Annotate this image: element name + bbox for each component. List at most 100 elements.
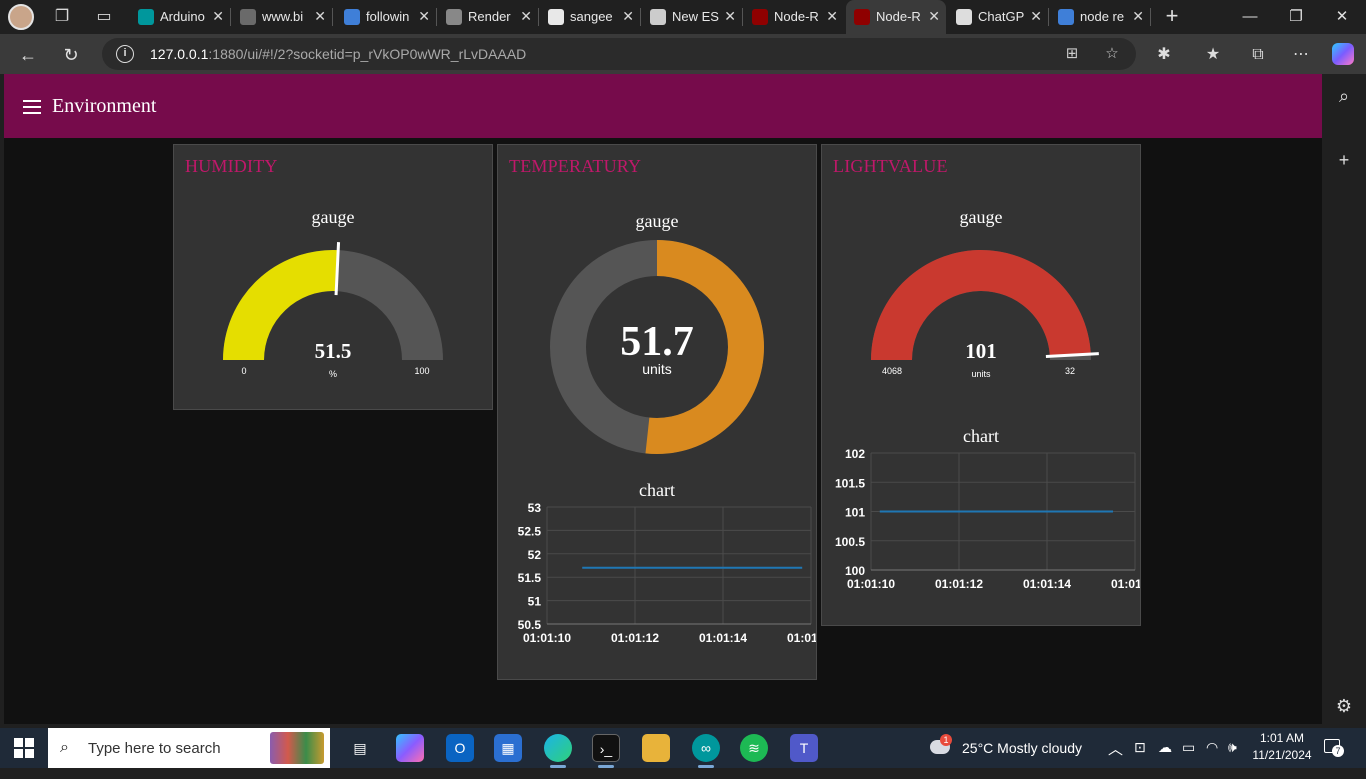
restore-button[interactable]: ❐ [1274, 4, 1318, 30]
browser-tab[interactable]: Arduino ✕ [130, 0, 231, 34]
arduino-icon[interactable]: ∞ [692, 734, 720, 762]
tab-favicon-icon [956, 9, 972, 25]
sidebar-add-icon[interactable]: + [1332, 148, 1356, 172]
tab-title: node re [1080, 9, 1125, 24]
tab-separator [640, 8, 641, 26]
tab-favicon-icon [752, 9, 768, 25]
gauge-value: 101 [965, 339, 997, 363]
onedrive-icon[interactable]: ☁ [1158, 739, 1172, 779]
url-text[interactable]: 127.0.0.1:1880/ui/#!/2?socketid=p_rVkOP0… [150, 46, 526, 62]
tab-separator [230, 8, 231, 26]
chart-y-tick-label: 101 [845, 506, 865, 520]
edge-sidebar: ⌕ + ⚙ [1322, 74, 1366, 726]
chart-label: chart [963, 426, 999, 446]
chart-y-tick-label: 53 [528, 503, 542, 515]
tab-close-icon[interactable]: ✕ [724, 8, 736, 25]
app-available-icon[interactable]: ⊞ [1062, 44, 1082, 64]
battery-icon[interactable]: ▭ [1182, 739, 1195, 779]
tab-title: Render [468, 9, 511, 24]
browser-tab[interactable]: sangee ✕ [540, 0, 641, 34]
notification-count: 7 [1332, 745, 1344, 757]
clock[interactable]: 1:01 AM 11/21/2024 [1250, 731, 1314, 771]
taskbar-search-box[interactable]: ⌕ Type here to search [48, 728, 330, 768]
notifications-icon[interactable]: 7 [1324, 739, 1344, 757]
outlook-icon[interactable]: O [446, 734, 474, 762]
extensions-icon[interactable]: ✱ [1151, 42, 1177, 68]
chart-x-tick-label: 01:01:16 [787, 631, 816, 645]
windows-start-icon[interactable] [14, 738, 34, 758]
tab-close-icon[interactable]: ✕ [928, 8, 940, 25]
chart-x-tick-label: 01:01:16 [1111, 577, 1140, 591]
tab-title: Arduino [160, 9, 205, 24]
weather-icon[interactable]: 1 [928, 728, 954, 768]
copilot-app-icon[interactable] [396, 734, 424, 762]
meet-now-icon[interactable]: ⊡ [1134, 739, 1146, 779]
spotify-icon[interactable]: ≋ [740, 734, 768, 762]
browser-tab[interactable]: node re ✕ [1050, 0, 1151, 34]
chart-x-tick-label: 01:01:12 [935, 577, 983, 591]
workspaces-icon[interactable]: ❐ [50, 5, 74, 29]
tab-close-icon[interactable]: ✕ [826, 8, 838, 25]
favorites-icon[interactable]: ★ [1200, 42, 1226, 68]
browser-tab[interactable]: www.bi ✕ [232, 0, 333, 34]
tab-actions-icon[interactable]: ▭ [92, 5, 116, 29]
favorite-star-icon[interactable]: ☆ [1102, 44, 1122, 64]
weather-text[interactable]: 25°C Mostly cloudy [962, 740, 1082, 758]
terminal-icon[interactable]: ›_ [592, 734, 620, 762]
gauge-value: 51.7 [620, 319, 694, 365]
sidebar-settings-icon[interactable]: ⚙ [1332, 694, 1356, 718]
tab-title: ChatGP [978, 9, 1025, 24]
browser-tab[interactable]: Node-R ✕ [846, 0, 946, 34]
copilot-icon[interactable] [1332, 43, 1354, 65]
lightvalue-group: LIGHTVALUE gauge 101 units 4068 32 chart… [821, 144, 1141, 626]
new-tab-button[interactable]: + [1160, 4, 1184, 28]
tab-favicon-icon [344, 9, 360, 25]
browser-tab[interactable]: followin ✕ [336, 0, 437, 34]
show-hidden-icons[interactable]: ︿ [1108, 738, 1123, 778]
sidebar-search-icon[interactable]: ⌕ [1332, 84, 1356, 108]
gauge-min: 0 [241, 366, 246, 376]
tab-title: New ES [672, 9, 719, 24]
gauge-value: 51.5 [315, 339, 352, 363]
browser-tab[interactable]: ChatGP ✕ [948, 0, 1049, 34]
refresh-icon[interactable]: ↻ [58, 42, 84, 68]
tab-favicon-icon [854, 9, 870, 25]
tab-favicon-icon [548, 9, 564, 25]
tab-close-icon[interactable]: ✕ [314, 8, 326, 25]
tab-separator [1048, 8, 1049, 26]
browser-tab[interactable]: Node-R ✕ [744, 0, 844, 34]
tab-close-icon[interactable]: ✕ [622, 8, 634, 25]
store-icon[interactable]: ▦ [494, 734, 522, 762]
profile-avatar[interactable] [8, 4, 34, 30]
site-info-icon[interactable]: i [116, 45, 134, 63]
tab-title: sangee [570, 9, 613, 24]
chart-y-tick-label: 100 [845, 564, 865, 578]
tab-close-icon[interactable]: ✕ [520, 8, 532, 25]
browser-tab[interactable]: Render ✕ [438, 0, 539, 34]
gauge-unit: units [971, 369, 991, 379]
address-bar[interactable]: i 127.0.0.1:1880/ui/#!/2?socketid=p_rVkO… [102, 38, 1136, 70]
minimize-button[interactable]: — [1228, 4, 1272, 30]
tab-close-icon[interactable]: ✕ [418, 8, 430, 25]
task-view-icon[interactable]: ▤ [346, 734, 374, 762]
screenshot-icon[interactable]: ⧉ [1245, 42, 1271, 68]
edge-icon[interactable] [544, 734, 572, 762]
chart-label: chart [639, 480, 675, 500]
lightvalue-chart: 102 101.5 101 100.5 10001:01:10 01:01:12 01:01… [835, 449, 1140, 591]
back-icon[interactable]: ← [15, 42, 41, 68]
weather-badge: 1 [940, 734, 952, 746]
more-options-icon[interactable]: ⋯ [1288, 42, 1314, 68]
wifi-icon[interactable]: ◠ [1206, 739, 1218, 779]
teams-icon[interactable]: T [790, 734, 818, 762]
menu-icon[interactable] [23, 100, 41, 114]
browser-tab[interactable]: New ES ✕ [642, 0, 743, 34]
file-explorer-icon[interactable] [642, 734, 670, 762]
volume-icon[interactable]: 🕪 [1228, 739, 1237, 779]
tab-close-icon[interactable]: ✕ [1030, 8, 1042, 25]
search-placeholder: Type here to search [88, 740, 221, 757]
window-close-button[interactable]: ✕ [1320, 4, 1364, 30]
humidity-group: HUMIDITY gauge 51.5 % 0 100 [173, 144, 493, 410]
tab-close-icon[interactable]: ✕ [1132, 8, 1144, 25]
lightvalue-gauge: 101 units 4068 32 [871, 250, 1099, 379]
tab-close-icon[interactable]: ✕ [212, 8, 224, 25]
